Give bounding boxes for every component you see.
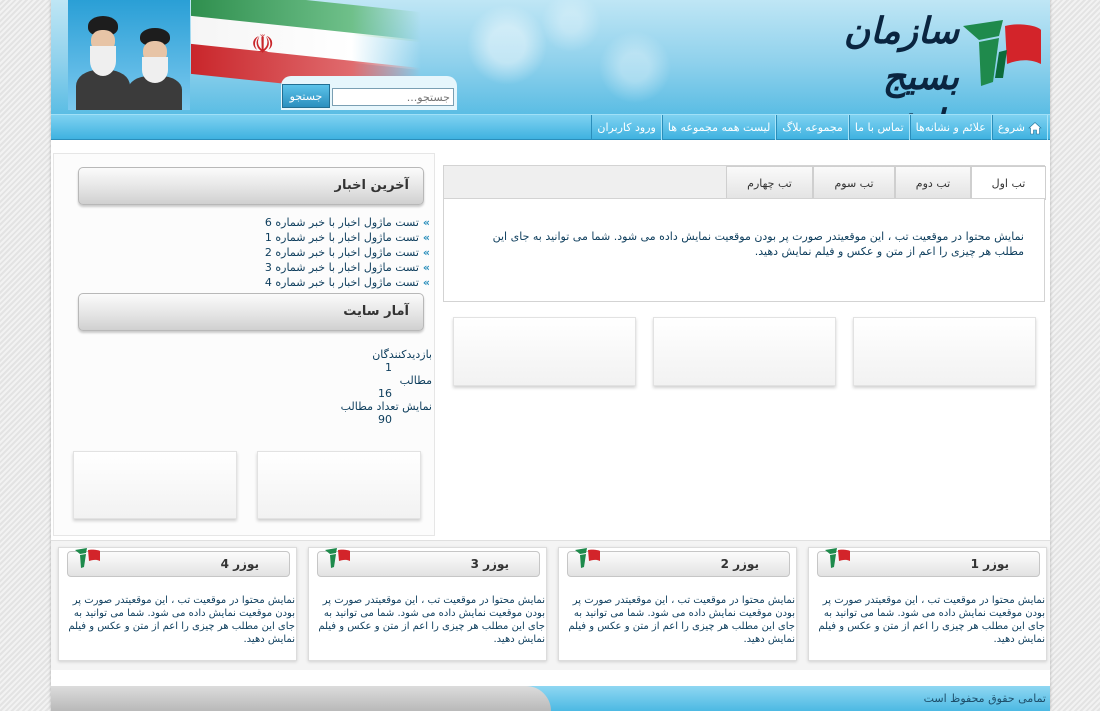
- logo-icon: [74, 546, 102, 570]
- user-card-header: یوزر 1: [817, 548, 1040, 577]
- user-card-title: یوزر 2: [720, 557, 759, 571]
- nav-label: لیست همه مجموعه ها: [667, 121, 771, 134]
- site-header: ☫ سازمان بسیج دانشجویی جستجو: [51, 0, 1050, 114]
- tab-content: نمایش محتوا در موقعیت تب ، این موقعیتدر …: [443, 198, 1045, 302]
- nav-label: ورود کاربران: [597, 121, 656, 134]
- nav-item-contact[interactable]: تماس با ما: [848, 115, 910, 140]
- user-card-text: نمایش محتوا در موقعیت تب ، این موقعیتدر …: [818, 595, 1045, 645]
- site-title: سازمان بسیج دانشجویی: [809, 10, 959, 114]
- nav-item-all-categories[interactable]: لیست همه مجموعه ها: [661, 115, 777, 140]
- copyright-text: تمامی حقوق محفوظ است: [923, 692, 1046, 705]
- nav-label: مجموعه بلاگ: [782, 121, 843, 134]
- tab-label: تب سوم: [834, 177, 874, 190]
- nav-item-login[interactable]: ورود کاربران: [591, 115, 662, 140]
- nav-label: تماس با ما: [854, 121, 904, 134]
- tab-label: تب اول: [991, 177, 1026, 190]
- user-card-header: یوزر 3: [317, 548, 540, 577]
- stat-value: 16: [378, 387, 392, 400]
- widget-title: آمار سایت: [343, 304, 409, 319]
- double-chevron-icon: »: [422, 276, 430, 289]
- nav-item-signs[interactable]: علائم و نشانه‌ها: [909, 115, 992, 140]
- news-item-link[interactable]: »تست ماژول اخبار با خبر شماره 2: [204, 245, 430, 260]
- news-item-label: تست ماژول اخبار با خبر شماره 2: [264, 246, 419, 259]
- tab-third[interactable]: تب سوم: [813, 166, 895, 199]
- tab-fourth[interactable]: تب چهارم: [726, 166, 813, 199]
- news-item-label: تست ماژول اخبار با خبر شماره 1: [264, 231, 419, 244]
- news-item-link[interactable]: »تست ماژول اخبار با خبر شماره 1: [204, 230, 430, 245]
- footer-swoosh: [51, 686, 551, 711]
- tab-first[interactable]: تب اول: [971, 166, 1046, 200]
- logo-icon: [824, 546, 852, 570]
- double-chevron-icon: »: [422, 261, 430, 274]
- search-input[interactable]: [332, 88, 454, 106]
- logo-icon[interactable]: [959, 12, 1045, 92]
- logo-icon: [574, 546, 602, 570]
- portrait-figure: [74, 10, 130, 110]
- empty-module-box: [453, 317, 636, 386]
- user-card-header: یوزر 4: [67, 548, 290, 577]
- stat-value: 90: [378, 413, 392, 426]
- stat-label: نمایش تعداد مطالب: [340, 400, 432, 413]
- tab-label: تب چهارم: [747, 177, 792, 190]
- tab-bar: تب چهارم تب سوم تب دوم تب اول: [443, 165, 1046, 200]
- users-row: یوزر 4 نمایش محتوا در موقعیت تب ، این مو…: [51, 540, 1050, 670]
- search-box: جستجو: [281, 76, 457, 110]
- user-card-text: نمایش محتوا در موقعیت تب ، این موقعیتدر …: [68, 595, 295, 645]
- user-card: یوزر 2 نمایش محتوا در موقعیت تب ، این مو…: [558, 547, 797, 661]
- empty-module-box: [853, 317, 1036, 386]
- tab-label: تب دوم: [915, 177, 951, 190]
- main-nav: شروع علائم و نشانه‌ها تماس با ما مجموعه …: [51, 114, 1050, 140]
- tabs-panel: تب چهارم تب سوم تب دوم تب اول نمایش محتو…: [443, 165, 1046, 302]
- empty-module-box: [653, 317, 836, 386]
- user-card: یوزر 4 نمایش محتوا در موقعیت تب ، این مو…: [58, 547, 297, 661]
- site-footer: تمامی حقوق محفوظ است: [51, 686, 1050, 711]
- empty-module-box: [257, 451, 421, 519]
- nav-label: علائم و نشانه‌ها: [915, 121, 986, 134]
- stat-value: 1: [385, 361, 392, 374]
- sidebar: آخرین اخبار »تست ماژول اخبار با خبر شمار…: [53, 153, 435, 536]
- stat-label: مطالب: [399, 374, 432, 387]
- news-item-link[interactable]: »تست ماژول اخبار با خبر شماره 4: [204, 275, 430, 290]
- double-chevron-icon: »: [422, 231, 430, 244]
- news-item-label: تست ماژول اخبار با خبر شماره 4: [264, 276, 419, 289]
- nav-item-blog[interactable]: مجموعه بلاگ: [776, 115, 849, 140]
- main-content: آخرین اخبار »تست ماژول اخبار با خبر شمار…: [51, 141, 1050, 540]
- user-card-header: یوزر 2: [567, 548, 790, 577]
- user-card-text: نمایش محتوا در موقعیت تب ، این موقعیتدر …: [568, 595, 795, 645]
- empty-module-box: [73, 451, 237, 519]
- page: ☫ سازمان بسیج دانشجویی جستجو: [51, 0, 1050, 711]
- search-button[interactable]: جستجو: [282, 84, 330, 108]
- latest-news-list: »تست ماژول اخبار با خبر شماره 6 »تست ماژ…: [204, 215, 430, 290]
- user-card: یوزر 3 نمایش محتوا در موقعیت تب ، این مو…: [308, 547, 547, 661]
- news-item-link[interactable]: »تست ماژول اخبار با خبر شماره 3: [204, 260, 430, 275]
- user-card-title: یوزر 4: [220, 557, 259, 571]
- widget-title: آخرین اخبار: [334, 178, 409, 193]
- header-ornament: [411, 0, 731, 112]
- tab-second[interactable]: تب دوم: [895, 166, 971, 199]
- news-item-label: تست ماژول اخبار با خبر شماره 6: [264, 216, 419, 229]
- double-chevron-icon: »: [422, 246, 430, 259]
- site-stats: بازدیدکنندگان 1 مطالب 16 نمایش تعداد مطا…: [324, 348, 432, 426]
- nav-item-home[interactable]: شروع: [991, 115, 1048, 140]
- logo-icon: [324, 546, 352, 570]
- news-item-label: تست ماژول اخبار با خبر شماره 3: [264, 261, 419, 274]
- nav-label: شروع: [997, 121, 1025, 134]
- news-item-link[interactable]: »تست ماژول اخبار با خبر شماره 6: [204, 215, 430, 230]
- latest-news-header: آخرین اخبار: [78, 167, 424, 205]
- home-icon: [1028, 121, 1042, 135]
- stat-label: بازدیدکنندگان: [372, 348, 432, 361]
- user-card: یوزر 1 نمایش محتوا در موقعیت تب ، این مو…: [808, 547, 1047, 661]
- user-card-title: یوزر 3: [470, 557, 509, 571]
- portrait-figure: [126, 24, 182, 110]
- leaders-portrait: [68, 0, 190, 110]
- double-chevron-icon: »: [422, 216, 430, 229]
- user-card-title: یوزر 1: [970, 557, 1009, 571]
- user-card-text: نمایش محتوا در موقعیت تب ، این موقعیتدر …: [318, 595, 545, 645]
- site-stats-header: آمار سایت: [78, 293, 424, 331]
